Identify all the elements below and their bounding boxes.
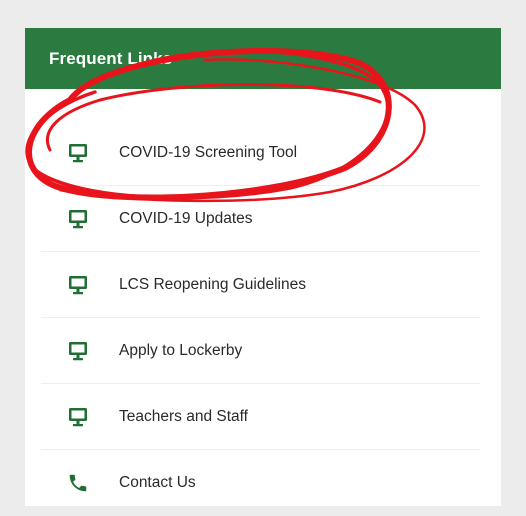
panel-header: Frequent Links [25, 28, 501, 89]
link-covid-updates[interactable]: COVID-19 Updates [41, 186, 480, 252]
link-apply-to-lockerby[interactable]: Apply to Lockerby [41, 318, 480, 384]
monitor-icon [67, 142, 89, 164]
link-teachers-and-staff[interactable]: Teachers and Staff [41, 384, 480, 450]
link-label: COVID-19 Screening Tool [119, 143, 298, 161]
link-covid-screening-tool[interactable]: COVID-19 Screening Tool [41, 120, 480, 186]
link-label: Teachers and Staff [119, 407, 248, 425]
link-label: COVID-19 Updates [119, 209, 253, 227]
monitor-icon [67, 406, 89, 428]
panel-title: Frequent Links [49, 48, 173, 68]
link-label: LCS Reopening Guidelines [119, 275, 306, 293]
monitor-icon [67, 208, 89, 230]
link-label: Contact Us [119, 474, 196, 491]
monitor-icon [67, 274, 89, 296]
monitor-icon [67, 340, 89, 362]
phone-icon [67, 472, 89, 494]
link-contact-us[interactable]: Contact Us [41, 450, 480, 516]
frequent-links-panel: Frequent Links COVID-19 Screening Tool C… [25, 28, 501, 506]
link-label: Apply to Lockerby [119, 341, 243, 359]
link-lcs-reopening-guidelines[interactable]: LCS Reopening Guidelines [41, 252, 480, 318]
